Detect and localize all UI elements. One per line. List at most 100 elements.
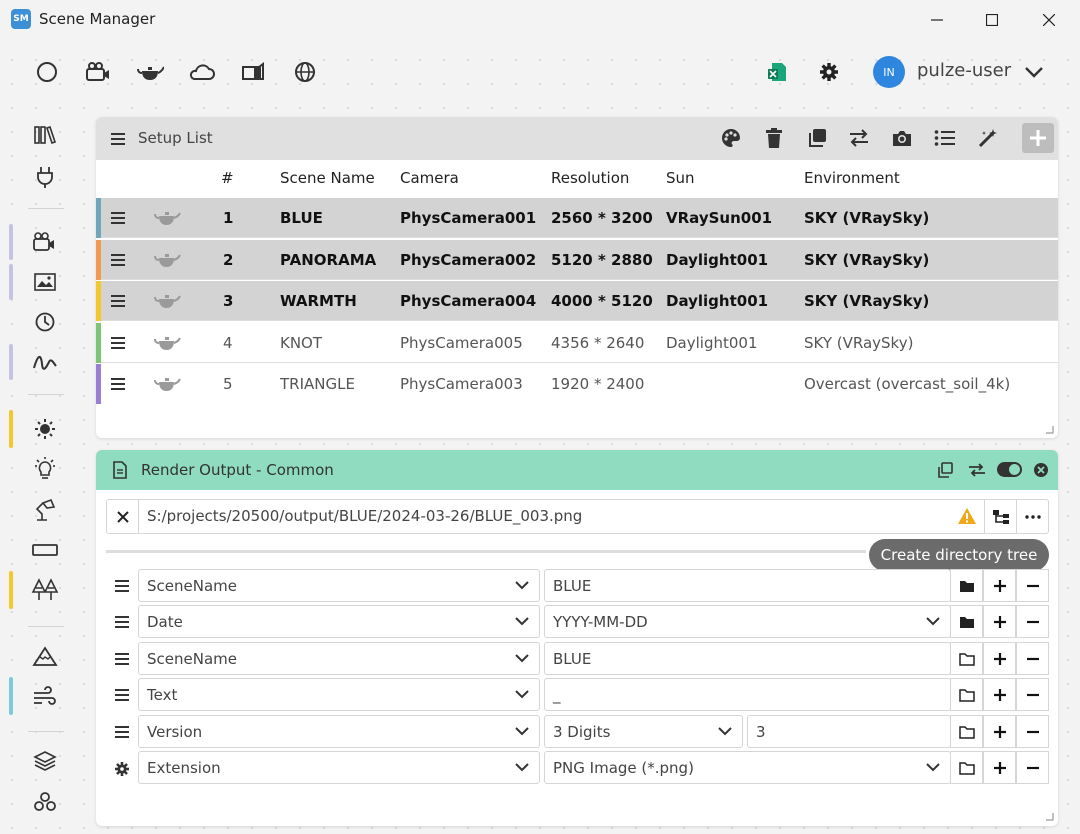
- column-header-number[interactable]: #: [221, 169, 234, 187]
- folder-button[interactable]: [950, 642, 983, 675]
- camera-icon[interactable]: [30, 227, 60, 257]
- add-button[interactable]: [983, 751, 1016, 784]
- remove-button[interactable]: [1016, 642, 1049, 675]
- folder-button[interactable]: [950, 751, 983, 784]
- drag-handle-icon[interactable]: [110, 294, 126, 308]
- drag-handle-icon[interactable]: [110, 336, 126, 350]
- objects-icon[interactable]: [30, 787, 60, 817]
- drag-handle-icon[interactable]: [114, 579, 130, 593]
- trash-icon[interactable]: [762, 126, 786, 150]
- drag-handle-icon[interactable]: [114, 688, 130, 702]
- resize-grip-icon[interactable]: [1045, 425, 1054, 434]
- table-row[interactable]: 5 TRIANGLE PhysCamera003 1920 * 2400 Ove…: [96, 364, 1058, 404]
- wind-icon[interactable]: [30, 681, 60, 711]
- teapot-icon[interactable]: [136, 58, 164, 86]
- layers-icon[interactable]: [30, 746, 60, 776]
- folder-button[interactable]: [950, 569, 983, 602]
- box-icon[interactable]: [239, 58, 267, 86]
- clock-icon[interactable]: [30, 307, 60, 337]
- add-icon[interactable]: [1022, 123, 1054, 153]
- camera-icon[interactable]: [890, 126, 914, 150]
- more-options-button[interactable]: [1016, 500, 1048, 533]
- token-value-field[interactable]: _: [544, 678, 951, 711]
- export-excel-icon[interactable]: [763, 58, 791, 86]
- token-value-select[interactable]: YYYY-MM-DD: [544, 605, 951, 638]
- column-header-scene-name[interactable]: Scene Name: [280, 169, 375, 187]
- globe-icon[interactable]: [291, 58, 319, 86]
- minimize-button[interactable]: [909, 0, 965, 40]
- table-row[interactable]: 3 WARMTH PhysCamera004 4000 * 5120 Dayli…: [96, 281, 1058, 321]
- directory-tree-button[interactable]: [984, 500, 1016, 533]
- remove-button[interactable]: [1016, 569, 1049, 602]
- drag-handle-icon[interactable]: [110, 253, 126, 267]
- token-value-field[interactable]: BLUE: [544, 569, 951, 602]
- sun-icon[interactable]: [30, 414, 60, 444]
- remove-button[interactable]: [1016, 751, 1049, 784]
- bulb-icon[interactable]: [30, 454, 60, 484]
- column-header-resolution[interactable]: Resolution: [551, 169, 629, 187]
- drag-handle-icon[interactable]: [110, 211, 126, 225]
- token-value-select[interactable]: PNG Image (*.png): [544, 751, 951, 784]
- frame-icon[interactable]: [30, 535, 60, 565]
- table-row[interactable]: 4 KNOT PhysCamera005 4356 * 2640 Dayligh…: [96, 323, 1058, 363]
- curve-icon[interactable]: [30, 347, 60, 377]
- swap-icon[interactable]: [847, 126, 871, 150]
- menu-icon[interactable]: [106, 127, 130, 151]
- add-button[interactable]: [983, 569, 1016, 602]
- maximize-button[interactable]: [964, 0, 1020, 40]
- folder-button[interactable]: [950, 715, 983, 748]
- add-button[interactable]: [983, 678, 1016, 711]
- copy-icon[interactable]: [805, 126, 829, 150]
- palette-icon[interactable]: [719, 126, 743, 150]
- trees-icon[interactable]: [30, 575, 60, 605]
- column-header-camera[interactable]: Camera: [400, 169, 459, 187]
- image-icon[interactable]: [30, 267, 60, 297]
- token-select[interactable]: Extension: [138, 751, 540, 784]
- close-button[interactable]: [1021, 0, 1077, 40]
- output-path-text[interactable]: S:/projects/20500/output/BLUE/2024-03-26…: [147, 507, 582, 525]
- resize-grip-icon[interactable]: [1045, 812, 1054, 821]
- avatar[interactable]: IN: [873, 56, 905, 88]
- user-name[interactable]: pulze-user: [917, 60, 1011, 81]
- column-header-environment[interactable]: Environment: [804, 169, 900, 187]
- token-select[interactable]: Version: [138, 715, 540, 748]
- version-digits-field[interactable]: 3: [747, 715, 951, 748]
- remove-button[interactable]: [1016, 678, 1049, 711]
- gear-icon[interactable]: [815, 58, 843, 86]
- column-header-sun[interactable]: Sun: [666, 169, 695, 187]
- token-value-field[interactable]: BLUE: [544, 642, 951, 675]
- library-icon[interactable]: [30, 120, 60, 150]
- token-select[interactable]: Text: [138, 678, 540, 711]
- gear-icon[interactable]: [114, 761, 130, 777]
- drag-handle-icon[interactable]: [114, 652, 130, 666]
- magic-wand-icon[interactable]: [976, 126, 1000, 150]
- drag-handle-icon[interactable]: [114, 615, 130, 629]
- table-row[interactable]: 1 BLUE PhysCamera001 2560 * 3200 VRaySun…: [96, 198, 1058, 238]
- list-icon[interactable]: [933, 126, 957, 150]
- token-select[interactable]: SceneName: [138, 642, 540, 675]
- lamp-icon[interactable]: [30, 495, 60, 525]
- swap-icon[interactable]: [965, 458, 989, 482]
- token-value-select[interactable]: 3 Digits: [544, 715, 743, 748]
- chevron-down-icon[interactable]: [1020, 58, 1048, 86]
- clear-path-button[interactable]: [107, 500, 139, 533]
- copy-icon[interactable]: [933, 458, 957, 482]
- remove-button[interactable]: [1016, 715, 1049, 748]
- token-select[interactable]: Date: [138, 605, 540, 638]
- add-button[interactable]: [983, 642, 1016, 675]
- remove-button[interactable]: [1016, 605, 1049, 638]
- add-button[interactable]: [983, 605, 1016, 638]
- add-button[interactable]: [983, 715, 1016, 748]
- drag-handle-icon[interactable]: [114, 725, 130, 739]
- camera-icon[interactable]: [84, 58, 112, 86]
- table-row[interactable]: 2 PANORAMA PhysCamera002 5120 * 2880 Day…: [96, 240, 1058, 280]
- folder-button[interactable]: [950, 678, 983, 711]
- toggle-icon[interactable]: [997, 462, 1022, 477]
- plug-icon[interactable]: [30, 162, 60, 192]
- close-circle-icon[interactable]: [1029, 458, 1053, 482]
- drag-handle-icon[interactable]: [110, 377, 126, 391]
- cloud-icon[interactable]: [187, 58, 215, 86]
- mountain-icon[interactable]: [30, 641, 60, 671]
- circle-icon[interactable]: [33, 58, 61, 86]
- folder-button[interactable]: [950, 605, 983, 638]
